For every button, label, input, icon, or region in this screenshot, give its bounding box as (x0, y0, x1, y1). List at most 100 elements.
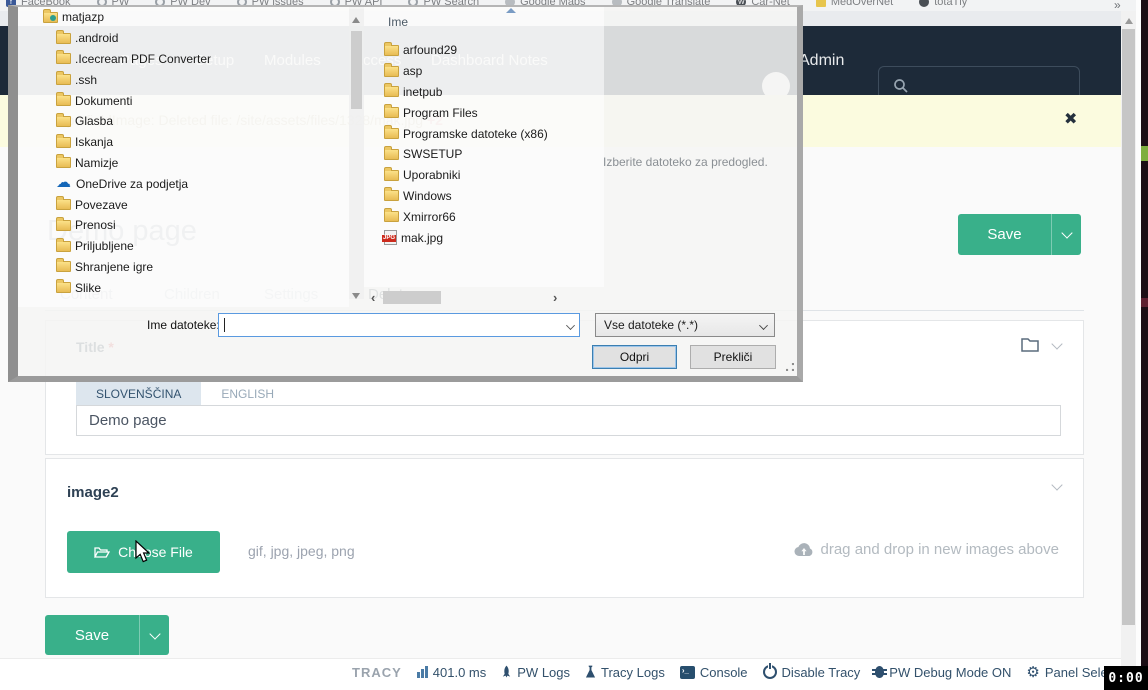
tree-item[interactable]: .Icecream PDF Converter (18, 49, 349, 70)
file-item[interactable]: Windows (380, 186, 548, 207)
tracy-item-debug-mode[interactable]: PW Debug Mode ON (875, 665, 1011, 680)
bookmark-label: totaTly (934, 0, 967, 8)
file-item[interactable]: inetpub (380, 82, 548, 103)
save-dropdown-toggle[interactable] (1051, 214, 1081, 255)
admin-user-label[interactable]: Admin (799, 26, 844, 95)
tree-item[interactable]: Glasba (18, 111, 349, 132)
file-icon (384, 170, 399, 181)
title-input[interactable]: Demo page (76, 405, 1061, 436)
document-icon (816, 0, 826, 7)
bookmark-medovernet[interactable]: MedOverNet (816, 0, 893, 8)
text-caret (224, 318, 225, 332)
scroll-down-icon[interactable] (352, 293, 360, 299)
tracy-previous-request-row: redirect: 334.3 PW Logs Tracy Logs PW De… (352, 685, 814, 690)
hscroll-right-icon[interactable]: › (553, 290, 557, 305)
filename-input[interactable] (218, 313, 580, 337)
file-item-label: Programske datoteke (x86) (403, 127, 548, 141)
scroll-up-icon[interactable] (352, 17, 360, 23)
tree-item-label: .ssh (75, 73, 97, 87)
language-tab-english[interactable]: ENGLISH (201, 382, 294, 405)
tree-item-label: Shranjene igre (75, 260, 153, 274)
tracy-item-load-time[interactable]: 401.0 ms (417, 665, 486, 680)
tree-item[interactable]: OneDrive za podjetja (18, 173, 349, 194)
resize-grip[interactable] (786, 363, 794, 371)
hscroll-thumb[interactable] (383, 291, 441, 304)
save-dropdown-toggle[interactable] (139, 615, 169, 655)
save-button-top[interactable]: Save (958, 214, 1081, 255)
tree-item[interactable]: Dokumenti (18, 90, 349, 111)
search-icon (893, 78, 909, 94)
bookmarks-overflow-icon[interactable]: » (1114, 0, 1121, 11)
file-item[interactable]: SWSETUP (380, 144, 548, 165)
tracy-item-tracy-logs[interactable]: Tracy Logs (585, 665, 665, 680)
cancel-button[interactable]: Prekliči (690, 345, 776, 369)
extensions-hint: gif, jpg, jpeg, png (248, 543, 355, 559)
hscroll-left-icon[interactable]: ‹ (371, 290, 375, 305)
tree-item[interactable]: Prenosi (18, 215, 349, 236)
console-icon (680, 666, 695, 679)
scrollbar-up-arrow-icon[interactable] (1125, 18, 1133, 24)
sort-ascending-icon (506, 8, 516, 13)
tracy-item-label: Console (700, 665, 748, 680)
file-icon (384, 190, 399, 201)
file-item-label: mak.jpg (401, 231, 443, 245)
background-window-marker (1141, 298, 1148, 307)
file-item[interactable]: mak.jpg (380, 227, 548, 248)
tree-item[interactable]: matjazp (18, 7, 349, 28)
tree-item[interactable]: Namizje (18, 153, 349, 174)
tree-item-label: .Icecream PDF Converter (75, 52, 211, 66)
tree-item-label: Iskanja (75, 135, 113, 149)
save-button-bottom[interactable]: Save (45, 615, 169, 655)
collapse-chevron-icon[interactable] (1051, 338, 1062, 349)
browser-scrollbar-thumb[interactable] (1122, 29, 1135, 625)
tree-item[interactable]: Povezave (18, 194, 349, 215)
file-item[interactable]: Program Files (380, 102, 548, 123)
tree-item[interactable]: Priljubljene (18, 236, 349, 257)
chevron-down-icon[interactable] (566, 321, 575, 330)
file-item-label: asp (403, 64, 422, 78)
folder-open-icon (94, 546, 110, 559)
tree-item-label: matjazp (62, 10, 104, 24)
tree-scrollbar[interactable] (349, 9, 364, 299)
tree-item[interactable]: .android (18, 28, 349, 49)
tracy-item-pw-logs[interactable]: PW Logs (501, 665, 570, 680)
collapse-chevron-icon[interactable] (1051, 479, 1062, 490)
file-item[interactable]: asp (380, 61, 548, 82)
open-button[interactable]: Odpri (592, 345, 677, 369)
folder-icon[interactable] (1021, 338, 1039, 352)
file-item[interactable]: arfound29 (380, 40, 548, 61)
language-tab-slovenscina[interactable]: SLOVENŠČINA (76, 382, 201, 405)
folder-icon (56, 282, 71, 293)
tracy-item-disable-tracy[interactable]: Disable Tracy (763, 665, 861, 680)
file-icon (384, 107, 399, 118)
file-item[interactable]: Programske datoteke (x86) (380, 123, 548, 144)
file-open-dialog: matjazp .android .Icecream PDF Converter… (8, 5, 803, 382)
column-header-name[interactable]: Ime (388, 15, 408, 29)
folder-tree: matjazp .android .Icecream PDF Converter… (18, 7, 349, 298)
tree-item-label: OneDrive za podjetja (76, 177, 188, 191)
file-item[interactable]: Uporabniki (380, 165, 548, 186)
recording-timer: 0:00 (1104, 666, 1148, 690)
folder-icon (56, 74, 71, 85)
tracy-item-console[interactable]: Console (680, 665, 748, 680)
file-item[interactable]: Xmirror66 (380, 206, 548, 227)
tree-item-label: Glasba (75, 114, 113, 128)
preview-hint: Izberite datoteko za predogled. (603, 155, 768, 169)
folder-icon (56, 261, 71, 272)
chevron-down-icon (759, 321, 768, 330)
bookmark-totatly[interactable]: totaTly (919, 0, 967, 8)
tree-item[interactable]: Slike (18, 277, 349, 298)
tree-item-label: Priljubljene (75, 239, 134, 253)
folder-icon (56, 33, 71, 44)
tree-item[interactable]: Iskanja (18, 132, 349, 153)
tree-scrollbar-thumb[interactable] (351, 31, 362, 109)
tree-item[interactable]: .ssh (18, 69, 349, 90)
tree-item[interactable]: Shranjene igre (18, 257, 349, 278)
filetype-select[interactable]: Vse datoteke (*.*) (595, 313, 775, 337)
file-item-label: Windows (403, 189, 452, 203)
background-window-edge (1141, 0, 1148, 690)
tree-item-label: Povezave (75, 198, 128, 212)
close-icon[interactable]: ✖ (1064, 109, 1077, 129)
folder-icon (56, 241, 71, 252)
tracy-logo: TRACY (352, 665, 402, 680)
